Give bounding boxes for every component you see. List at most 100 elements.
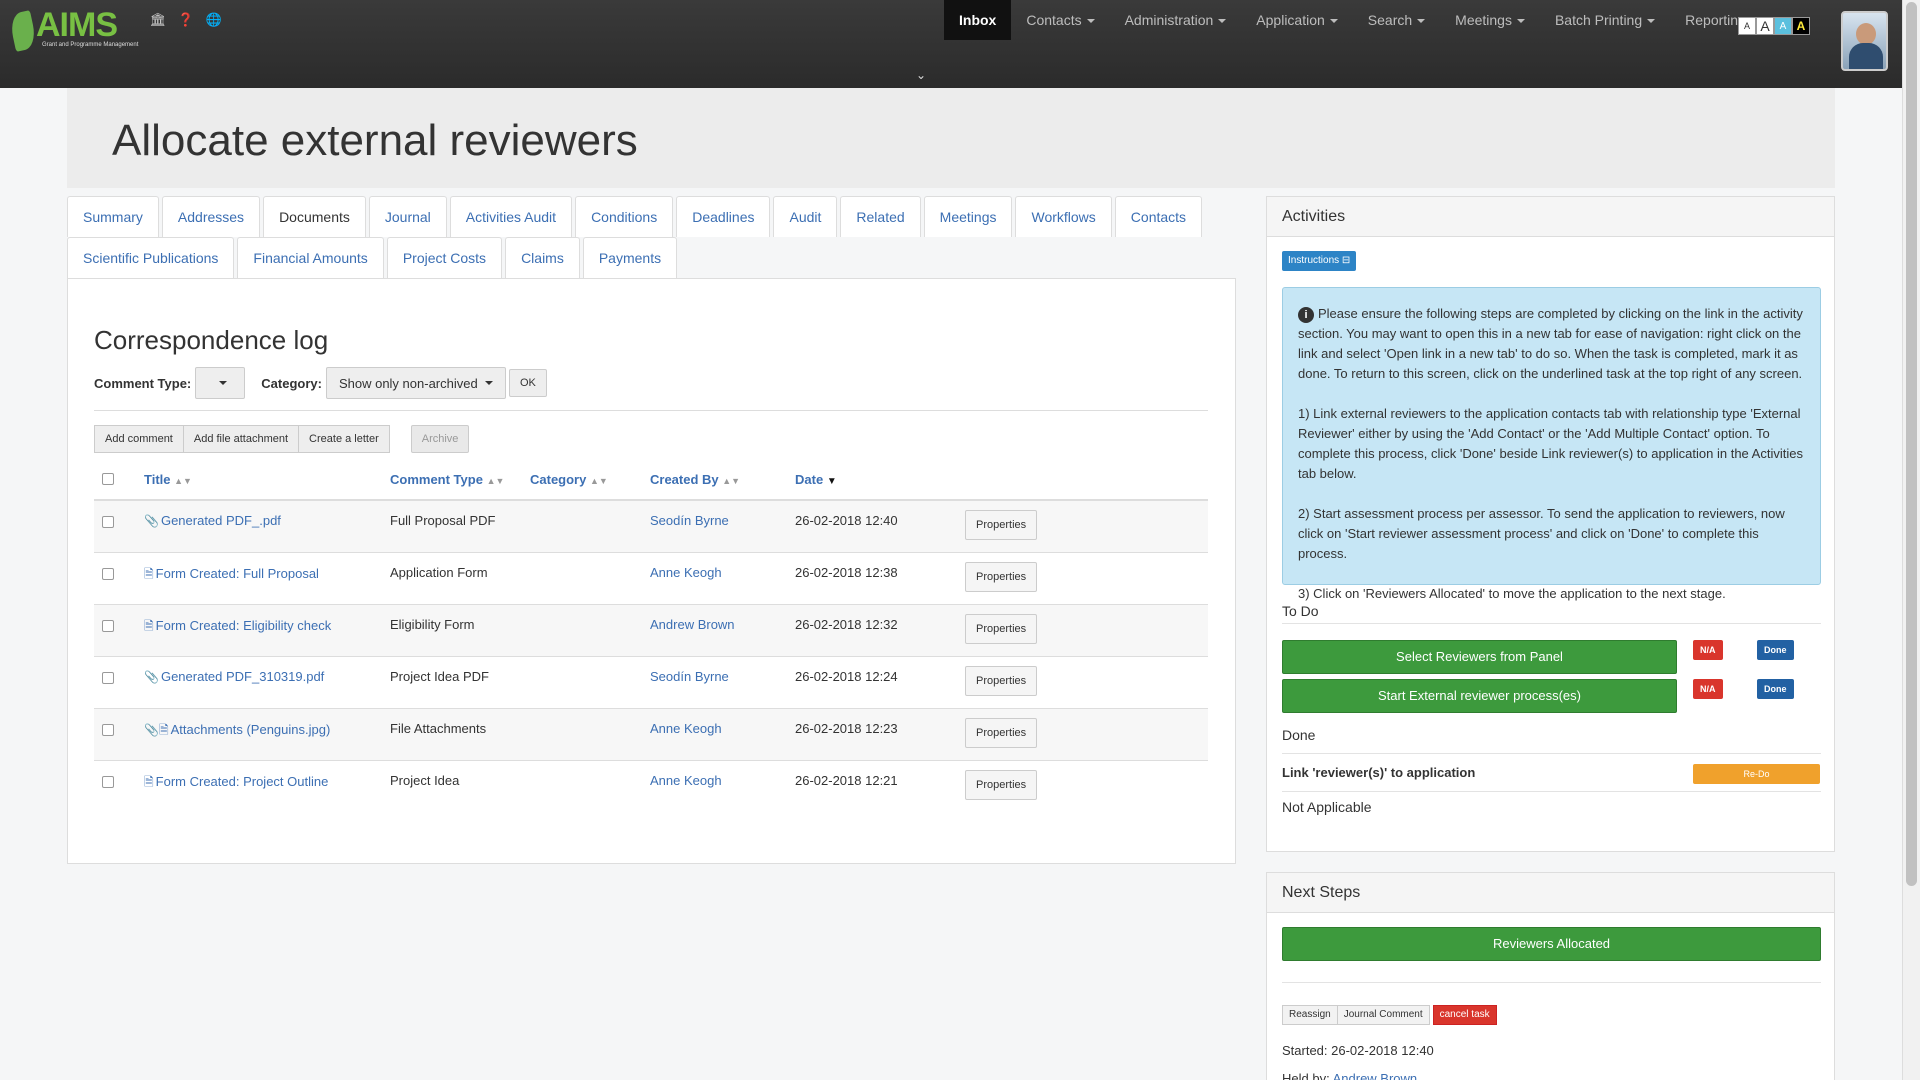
sort-icon: ▲▼	[486, 475, 505, 486]
column-date[interactable]: Date ▼	[787, 459, 957, 501]
help-icon[interactable]: ❓	[178, 12, 194, 28]
tab-audit[interactable]: Audit	[773, 196, 838, 237]
select-all-checkbox[interactable]	[102, 473, 114, 485]
document-icon: 🗎	[144, 774, 154, 789]
done-button[interactable]: Done	[1757, 679, 1794, 699]
user-avatar[interactable]	[1841, 11, 1888, 71]
table-row: 📎 Generated PDF_310319.pdf Project Idea PD…	[94, 655, 1208, 708]
tab-contacts[interactable]: Contacts	[1114, 196, 1203, 237]
tab-payments[interactable]: Payments	[582, 237, 678, 278]
journal-comment-button[interactable]: Journal Comment	[1336, 1005, 1430, 1025]
row-date: 26-02-2018 12:40	[787, 499, 957, 552]
properties-button[interactable]: Properties	[965, 769, 1038, 800]
reassign-button[interactable]: Reassign	[1282, 1005, 1338, 1025]
tab-claims[interactable]: Claims	[505, 237, 580, 278]
nav-item-application[interactable]: Application	[1241, 0, 1353, 40]
tab-summary[interactable]: Summary	[67, 196, 159, 237]
scrollbar-thumb[interactable]	[1906, 2, 1917, 886]
document-icon: 🗎	[144, 566, 154, 581]
font-size-small[interactable]: A	[1738, 17, 1756, 35]
font-size-large[interactable]: A	[1756, 17, 1774, 35]
chevron-down-icon	[1516, 19, 1525, 24]
category-dropdown[interactable]: Show only non-archived	[325, 367, 506, 399]
nav-item-batch-printing[interactable]: Batch Printing	[1540, 0, 1670, 40]
tab-financial-amounts[interactable]: Financial Amounts	[237, 237, 384, 278]
row-checkbox[interactable]	[102, 671, 114, 684]
tab-conditions[interactable]: Conditions	[575, 196, 674, 237]
start-external-reviewer-button[interactable]: Start External reviewer process(es)	[1282, 679, 1677, 713]
tab-scientific-publications[interactable]: Scientific Publications	[67, 237, 235, 278]
row-category	[522, 499, 642, 552]
na-button[interactable]: N/A	[1693, 679, 1723, 699]
tab-journal[interactable]: Journal	[368, 196, 447, 237]
nav-item-inbox[interactable]: Inbox	[944, 0, 1012, 40]
row-created-by-link[interactable]: Anne Keogh	[650, 773, 722, 788]
column-title[interactable]: Title ▲▼	[136, 459, 382, 501]
row-checkbox[interactable]	[102, 619, 114, 632]
row-created-by-link[interactable]: Seodín Byrne	[650, 513, 729, 528]
globe-icon[interactable]: 🌐	[206, 12, 222, 28]
nav-item-search[interactable]: Search	[1353, 0, 1440, 40]
properties-button[interactable]: Properties	[965, 510, 1038, 540]
properties-button[interactable]: Properties	[965, 561, 1038, 592]
row-date: 26-02-2018 12:38	[787, 551, 957, 604]
aims-logo[interactable]: AIMS Grant and Programme Management	[8, 6, 138, 52]
cancel-task-button[interactable]: cancel task	[1432, 1005, 1497, 1025]
row-created-by-link[interactable]: Seodín Byrne	[650, 669, 729, 684]
top-navbar: AIMS Grant and Programme Management 🏛 ❓ …	[0, 0, 1902, 88]
done-button[interactable]: Done	[1757, 640, 1794, 660]
ok-button[interactable]: OK	[508, 369, 547, 397]
font-size-contrast-blue[interactable]: A	[1774, 17, 1792, 35]
create-letter-button[interactable]: Create a letter	[298, 425, 390, 453]
tab-project-costs[interactable]: Project Costs	[386, 237, 503, 278]
tab-activities-audit[interactable]: Activities Audit	[449, 196, 573, 237]
row-category	[522, 551, 642, 604]
nav-item-meetings[interactable]: Meetings	[1440, 0, 1540, 40]
font-size-contrast-dark[interactable]: A	[1792, 17, 1810, 35]
column-comment-type[interactable]: Comment Type ▲▼	[382, 459, 522, 501]
tab-meetings[interactable]: Meetings	[923, 196, 1013, 237]
bank-icon[interactable]: 🏛	[150, 12, 167, 28]
page-scrollbar[interactable]	[1902, 0, 1920, 1080]
properties-button[interactable]: Properties	[965, 613, 1038, 644]
column-created-by[interactable]: Created By ▲▼	[642, 459, 787, 501]
row-created-by-link[interactable]: Andrew Brown	[650, 617, 735, 632]
activities-panel: Activities Instructions ⊟ i Please ensure…	[1266, 196, 1835, 852]
expand-down-icon[interactable]: ⌄	[916, 68, 926, 82]
tab-workflows[interactable]: Workflows	[1015, 196, 1112, 237]
select-reviewers-button[interactable]: Select Reviewers from Panel	[1282, 640, 1677, 674]
instructions-button[interactable]: Instructions ⊟	[1282, 251, 1357, 271]
held-by-user-link[interactable]: Andrew Brown	[1333, 1071, 1418, 1080]
tab-documents[interactable]: Documents	[263, 196, 366, 237]
row-created-by-link[interactable]: Anne Keogh	[650, 565, 722, 580]
row-checkbox[interactable]	[102, 516, 114, 528]
add-comment-button[interactable]: Add comment	[94, 425, 184, 453]
correspondence-table: Title ▲▼ Comment Type ▲▼ Category ▲▼ Cre…	[94, 459, 1208, 812]
link-reviewers-item[interactable]: Link 'reviewer(s)' to application	[1282, 765, 1475, 780]
column-category[interactable]: Category ▲▼	[522, 459, 642, 501]
row-created-by-link[interactable]: Anne Keogh	[650, 721, 722, 736]
row-title-link[interactable]: Generated PDF_.pdf	[161, 513, 281, 528]
tab-addresses[interactable]: Addresses	[161, 196, 261, 237]
nav-item-administration[interactable]: Administration	[1110, 0, 1242, 40]
redo-button[interactable]: Re-Do	[1693, 764, 1820, 784]
properties-button[interactable]: Properties	[965, 665, 1038, 696]
row-title-link[interactable]: Generated PDF_310319.pdf	[161, 669, 324, 684]
na-button[interactable]: N/A	[1693, 640, 1723, 660]
row-checkbox[interactable]	[102, 567, 114, 580]
row-checkbox[interactable]	[102, 723, 114, 736]
row-title-link[interactable]: Form Created: Eligibility check	[156, 618, 332, 633]
tab-related[interactable]: Related	[840, 196, 921, 237]
row-checkbox[interactable]	[102, 775, 114, 788]
row-title-link[interactable]: Form Created: Full Proposal	[156, 566, 319, 581]
document-icon: 🗎	[144, 618, 154, 633]
comment-type-dropdown[interactable]	[195, 367, 246, 399]
nav-item-contacts[interactable]: Contacts	[1011, 0, 1109, 40]
archive-button[interactable]: Archive	[410, 425, 470, 453]
reviewers-allocated-button[interactable]: Reviewers Allocated	[1282, 927, 1821, 961]
row-title-link[interactable]: Attachments (Penguins.jpg)	[171, 722, 331, 737]
tab-deadlines[interactable]: Deadlines	[676, 196, 771, 237]
properties-button[interactable]: Properties	[965, 717, 1038, 748]
add-file-attachment-button[interactable]: Add file attachment	[182, 425, 300, 453]
row-title-link[interactable]: Form Created: Project Outline	[156, 774, 329, 789]
